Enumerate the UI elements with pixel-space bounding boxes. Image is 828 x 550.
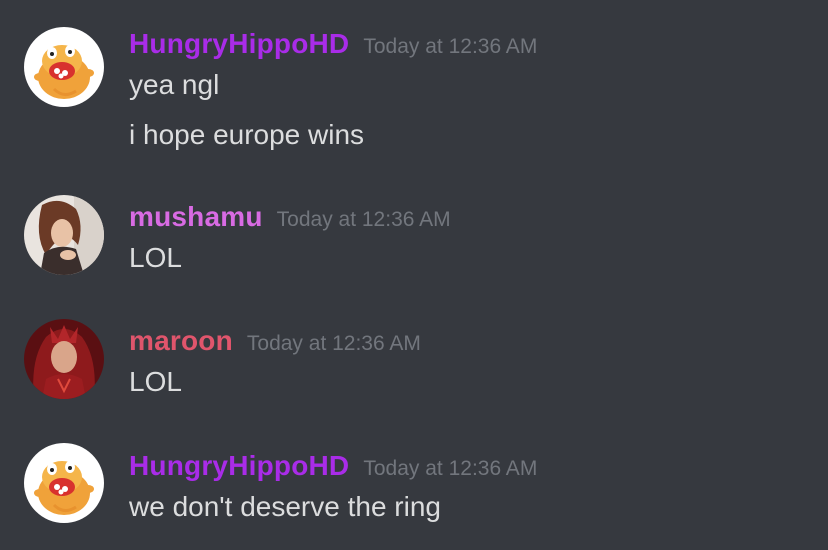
username[interactable]: HungryHippoHD [129, 28, 349, 59]
username[interactable]: maroon [129, 325, 233, 356]
message-text: i hope europe wins [129, 119, 365, 150]
scarlet-witch-avatar-icon[interactable] [24, 319, 104, 399]
message-text: LOL [129, 242, 182, 273]
hippo-avatar-icon[interactable] [24, 27, 104, 107]
message-text: we don't deserve the ring [129, 491, 441, 522]
timestamp: Today at 12:36 AM [246, 332, 421, 355]
timestamp: Today at 12:36 AM [363, 457, 538, 480]
username[interactable]: HungryHippoHD [129, 450, 349, 481]
message-text: yea ngl [129, 69, 220, 100]
message-header: HungryHippoHD Today at 12:36 AM [129, 449, 537, 483]
timestamp: Today at 12:36 AM [363, 35, 538, 58]
message-list: HungryHippoHD Today at 12:36 AM yea ngl i… [0, 0, 828, 550]
message-header: HungryHippoHD Today at 12:36 AM [129, 27, 537, 61]
message-header: mushamu Today at 12:36 AM [129, 200, 451, 234]
message-header: maroon Today at 12:36 AM [129, 324, 421, 358]
woman-portrait-avatar-icon[interactable] [24, 195, 104, 275]
hippo-avatar-icon[interactable] [24, 443, 104, 523]
timestamp: Today at 12:36 AM [276, 208, 451, 231]
message-text: LOL [129, 366, 182, 397]
username[interactable]: mushamu [129, 201, 263, 232]
